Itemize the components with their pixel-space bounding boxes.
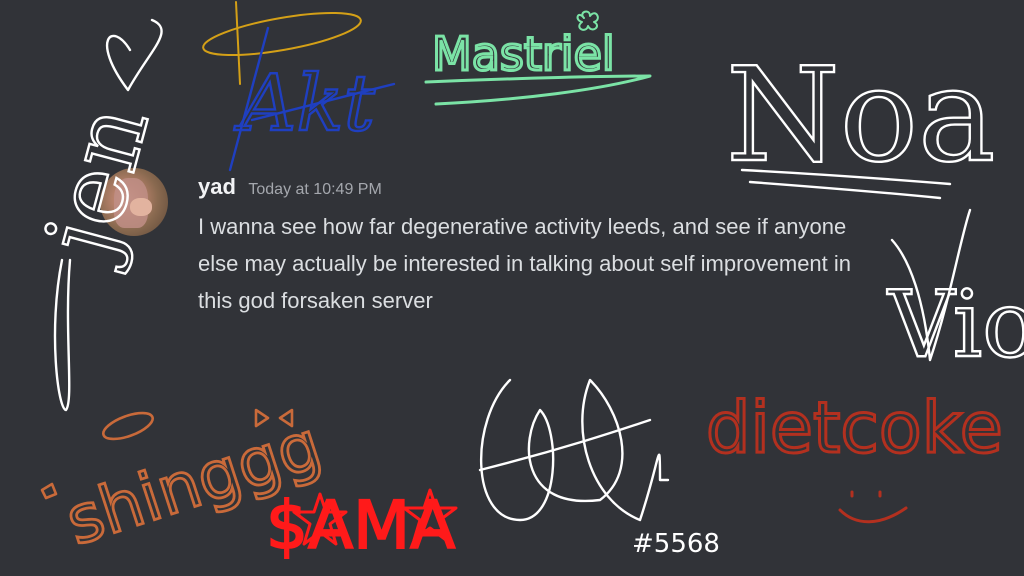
- scribble-cross: [478, 418, 652, 472]
- signature-sama: $AMA: [265, 486, 458, 565]
- shinggg-halo: [102, 411, 154, 441]
- signature-jen: jen: [20, 18, 172, 412]
- signature-noa: Noa: [725, 38, 997, 200]
- signature-mastriel-text: Mastriel: [432, 27, 615, 81]
- signature-viole: Viole: [886, 208, 1024, 379]
- signature-akt: Akt: [202, 1, 396, 172]
- signature-jen-text: jen: [21, 94, 170, 276]
- signature-overlay: jen Akt Mastriel Noa Viole shinggg $AMA: [20, 1, 1024, 565]
- jen-tail-stroke: [53, 258, 72, 412]
- signature-noa-text: Noa: [726, 39, 996, 191]
- flower-doodle: [40, 482, 58, 500]
- smiley-doodle: [838, 490, 908, 524]
- signature-number-text: #5568: [632, 529, 720, 559]
- signature-dietcoke: dietcoke: [705, 386, 1004, 524]
- signature-viole-text: Viole: [887, 271, 1024, 378]
- halo-doodle: [202, 11, 362, 57]
- signature-mastriel: Mastriel: [424, 10, 652, 106]
- scribble-stroke: [479, 378, 670, 522]
- heart-doodle: [105, 18, 163, 92]
- signature-scribble: #5568: [478, 378, 720, 559]
- signature-dietcoke-text: dietcoke: [706, 387, 1003, 469]
